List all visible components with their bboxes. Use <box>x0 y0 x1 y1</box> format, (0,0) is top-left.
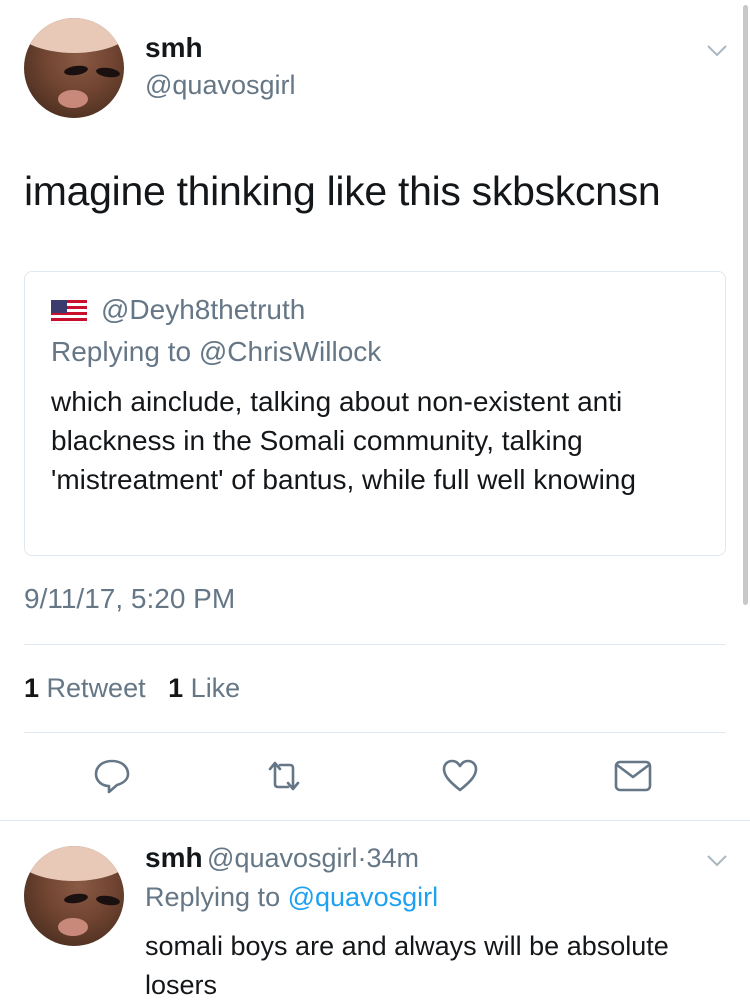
reply-display-name[interactable]: smh <box>145 842 203 873</box>
reply-replying-to: Replying to @quavosgirl <box>145 882 438 913</box>
separator-dot: · <box>357 843 367 873</box>
replying-handle-link[interactable]: @quavosgirl <box>288 882 438 912</box>
divider <box>0 820 750 821</box>
chevron-down-icon[interactable] <box>705 848 729 872</box>
reply-header: smh @quavosgirl·34m <box>145 842 419 874</box>
reply-avatar[interactable] <box>24 846 124 946</box>
reply-icon[interactable] <box>92 756 132 796</box>
display-name[interactable]: smh <box>145 32 203 64</box>
reply-age: 34m <box>366 843 420 873</box>
quoted-tweet[interactable]: @Deyh8thetruth Replying to @ChrisWillock… <box>24 271 726 556</box>
quoted-text: which ainclude, talking about non-existe… <box>51 386 636 495</box>
divider <box>24 644 726 645</box>
like-icon[interactable] <box>440 756 480 796</box>
tweet-text: imagine thinking like this skbskcnsn <box>24 168 661 214</box>
like-count: 1 <box>168 673 184 703</box>
scrollbar[interactable] <box>743 5 748 605</box>
reply-handle[interactable]: @quavosgirl <box>207 843 357 873</box>
retweet-stat[interactable]: 1 Retweet <box>24 673 146 703</box>
reply-tweet-text: somali boys are and always will be absol… <box>145 931 669 1000</box>
retweet-count: 1 <box>24 673 40 703</box>
quoted-handle: @Deyh8thetruth <box>101 294 306 325</box>
replying-prefix: Replying to <box>145 882 281 912</box>
us-flag-icon <box>51 300 87 324</box>
direct-message-icon[interactable] <box>613 756 653 796</box>
chevron-down-icon[interactable] <box>705 38 729 62</box>
avatar[interactable] <box>24 18 124 118</box>
quoted-replying-to: Replying to @ChrisWillock <box>51 336 382 367</box>
user-handle[interactable]: @quavosgirl <box>145 70 295 101</box>
retweet-icon[interactable] <box>264 756 304 796</box>
retweet-label: Retweet <box>46 673 146 703</box>
like-label: Like <box>190 673 241 703</box>
engagement-stats: 1 Retweet 1 Like <box>24 673 240 704</box>
like-stat[interactable]: 1 Like <box>168 673 240 703</box>
divider <box>24 732 726 733</box>
tweet-timestamp: 9/11/17, 5:20 PM <box>24 583 236 614</box>
